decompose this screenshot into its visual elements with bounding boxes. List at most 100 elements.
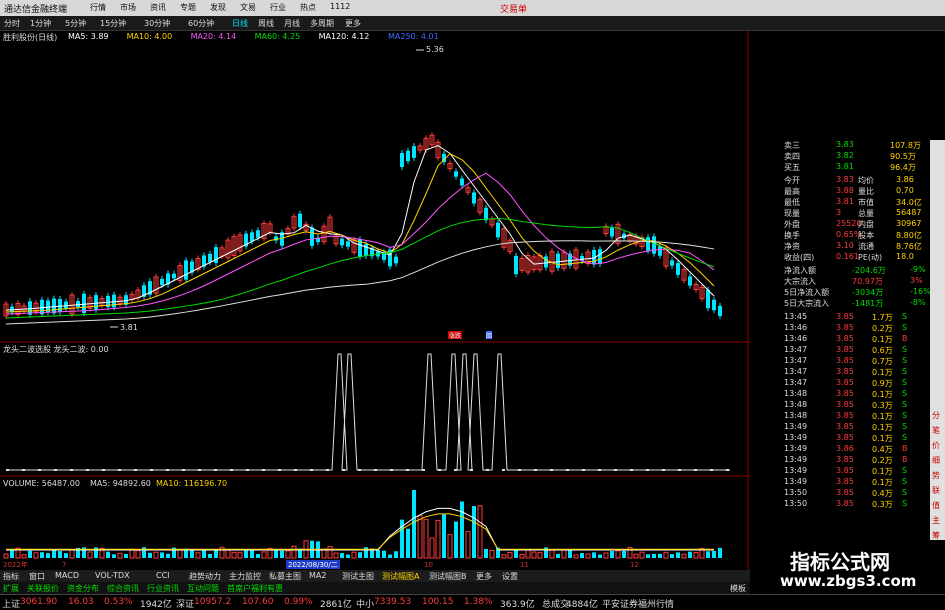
volume-bar [406,528,410,558]
menu-item[interactable]: 1112 [330,2,350,11]
status-item: 107.60 [242,597,274,607]
volume-bar [676,552,680,558]
indicator-tab[interactable]: 窗口 [29,571,45,582]
indicator-dot [70,469,73,471]
menu-item[interactable]: 发现 [210,2,226,13]
candle-body-down [160,278,164,286]
period-button[interactable]: 分时 [4,18,20,29]
period-button[interactable]: 60分钟 [188,18,214,29]
stat-label: 净资 [784,242,800,251]
volume-bar [388,554,392,558]
menu-item[interactable]: 行情 [90,2,106,13]
period-button[interactable]: 周线 [258,18,274,29]
tick-side: S [902,323,908,332]
stat-value: 3.88 [836,186,854,195]
status-item: 0.99% [284,597,313,607]
extension-tab[interactable]: 资金分布 [67,583,99,594]
tick-volume: 0.2万 [872,456,893,465]
indicator-tab[interactable]: 指标 [3,571,19,582]
stat-label: 量比 [858,187,874,196]
selected-date: 2022/08/30/二 [288,561,338,569]
indicator-tab[interactable]: MACD [55,571,79,580]
marker-badge-a: 涨跌 [449,332,461,340]
tick-time: 13:49 [784,466,808,475]
template-button[interactable]: 模板 [730,583,746,594]
extension-tab[interactable]: 综合资讯 [107,583,139,594]
volume-bar [435,520,441,559]
extension-tab[interactable]: 首席户福利有惠 [227,583,283,594]
menu-item[interactable]: 资讯 [150,2,166,13]
indicator-tab[interactable]: 设置 [502,571,518,582]
vertical-tab[interactable]: 主 [932,515,940,526]
period-button[interactable]: 月线 [284,18,300,29]
watermark: 指标公式网 www.zbgs3.com [750,540,945,594]
period-button[interactable]: 日线 [232,18,248,29]
volume-bar [117,552,123,559]
vertical-tab[interactable]: 联 [932,485,940,496]
indicator-tab[interactable]: 测试主图 [342,571,374,582]
menu-item[interactable]: 文易 [240,2,256,13]
volume-bar [598,554,602,558]
vertical-tab[interactable]: 分 [932,410,940,421]
indicator-tab[interactable]: VOL-TDX [95,571,130,580]
indicator-tab[interactable]: 趋势动力 [189,571,221,582]
volume-bar [706,551,710,558]
vertical-tab[interactable]: 值 [932,500,940,511]
vertical-tab[interactable]: 价 [932,440,940,451]
kline-chart[interactable]: 4.704.604.504.404.304.204.104.003.903.80… [0,30,750,570]
vertical-tab[interactable]: 细 [932,455,940,466]
volume-bar [225,549,231,559]
volume-bar [87,551,93,559]
period-button[interactable]: 15分钟 [100,18,126,29]
quote-stat-row: 今开 3.83 均价 3.86 [750,175,930,186]
vertical-tab[interactable]: 笔 [932,425,940,436]
tick-side: S [902,477,908,486]
indicator-dot [262,469,265,471]
vertical-tab[interactable]: 势 [932,470,940,481]
volume-bar [472,506,476,558]
volume-bar [333,552,339,559]
tick-volume: 0.1万 [872,335,893,344]
marker-badge-b: 回 [486,333,492,340]
menu-item[interactable]: 专题 [180,2,196,13]
tick-side: S [902,411,908,420]
indicator-tab[interactable]: 私募主图 [269,571,301,582]
flow-label: 大宗流入 [784,277,816,286]
indicator-tab[interactable]: CCI [156,571,170,580]
stat-label: 流通 [858,242,874,251]
extension-tab[interactable]: 扩展 [3,583,19,594]
extension-tab[interactable]: 互动问题 [187,583,219,594]
indicator-tab[interactable]: MA2 [309,571,326,580]
indicator-dot [614,469,617,471]
candle-body-down [658,246,662,256]
indicator-tab[interactable]: 测试幅图A [382,571,419,582]
tick-side: S [902,433,908,442]
menu-item[interactable]: 行业 [270,2,286,13]
extension-tab[interactable]: 行业资讯 [147,583,179,594]
stat-label: 市值 [858,198,874,207]
period-button[interactable]: 多周期 [310,18,334,29]
status-item: 平安证券福州行情 [602,600,675,610]
trade-menu[interactable]: 交易单 [500,2,527,15]
fund-flow-row: 净流入额 -204.6万 -9% [750,265,930,276]
extension-tab[interactable]: 关联报价 [27,583,59,594]
indicator-tab[interactable]: 测试幅图B [429,571,467,582]
tick-volume: 1.7万 [872,313,893,322]
tick-side: S [902,466,908,475]
volume-bar [208,553,212,558]
stat-value: 8.76亿 [896,242,922,251]
period-button[interactable]: 1分钟 [30,18,51,29]
status-item: 4884亿 [566,600,598,610]
period-button[interactable]: 5分钟 [65,18,86,29]
period-button[interactable]: 30分钟 [144,18,170,29]
volume-bar [484,548,488,558]
indicator-dot [294,469,297,471]
indicator-tab[interactable]: 主力监控 [229,571,261,582]
menu-item[interactable]: 热点 [300,2,316,13]
tick-price: 3.85 [836,334,854,343]
tick-side: B [902,455,908,464]
period-button[interactable]: 更多 [345,18,361,29]
indicator-tab[interactable]: 更多 [476,571,492,582]
tick-volume: 0.1万 [872,390,893,399]
menu-item[interactable]: 市场 [120,2,136,13]
